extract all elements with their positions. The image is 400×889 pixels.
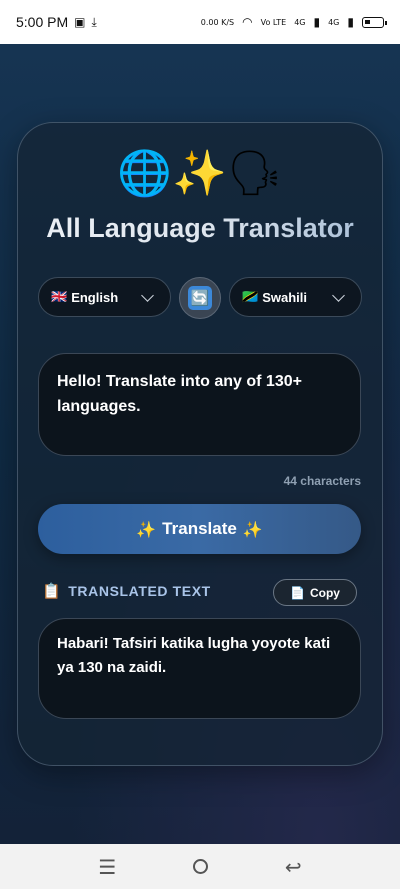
swap-languages-button[interactable]: 🔄 xyxy=(179,277,221,319)
net-type-4g-2: 4G xyxy=(328,17,340,27)
translate-button[interactable]: ✨ Translate ✨ xyxy=(38,504,361,554)
translated-text-output[interactable]: Habari! Tafsiri katika lugha yoyote kati… xyxy=(38,618,361,719)
sparkles-icon: ✨ xyxy=(136,519,157,539)
signal-icon-2: ▮ xyxy=(347,15,354,29)
wifi-icon: ◠ xyxy=(242,15,253,29)
copy-button-label: Copy xyxy=(309,585,340,600)
status-left: 5:00 PM ▣ ⤓ xyxy=(16,14,97,30)
target-language-label: Swahili xyxy=(262,289,307,305)
back-icon[interactable]: ↩ xyxy=(285,855,302,879)
translate-button-label: Translate xyxy=(162,519,237,538)
net-type-volte: Vo LTE xyxy=(260,17,287,27)
download-done-icon: ⤓ xyxy=(91,14,97,29)
home-icon[interactable] xyxy=(193,859,209,874)
header-emoji-icons: 🌐✨🗣 xyxy=(117,148,283,199)
copy-button[interactable]: 📄 Copy xyxy=(273,579,357,606)
source-text-input[interactable]: Hello! Translate into any of 130+ langua… xyxy=(38,353,361,456)
chevron-down-icon xyxy=(332,289,345,302)
target-language-select[interactable]: 🇹🇿 Swahili xyxy=(229,277,362,317)
app-title: All Language Translator xyxy=(0,208,400,248)
tanzania-flag-icon: 🇹🇿 xyxy=(242,289,259,305)
status-bar: 5:00 PM ▣ ⤓ 0.00 K/S ◠ Vo LTE 4G ▮ 4G ▮ xyxy=(0,0,400,44)
net-speed: 0.00 K/S xyxy=(200,17,235,27)
status-time: 5:00 PM xyxy=(16,14,69,30)
clipboard-icon: 📋 xyxy=(42,582,62,600)
source-language-select[interactable]: 🇬🇧 English xyxy=(38,277,171,317)
system-nav-bar: ☰ ↩ xyxy=(0,844,400,889)
sparkles-icon: ✨ xyxy=(242,519,263,539)
menu-icon[interactable]: ☰ xyxy=(98,855,116,879)
chevron-down-icon xyxy=(141,289,154,302)
status-right: 0.00 K/S ◠ Vo LTE 4G ▮ 4G ▮ xyxy=(200,15,387,29)
character-count: 44 characters xyxy=(283,474,361,488)
net-type-4g: 4G xyxy=(294,17,306,27)
notification-icon: ▣ xyxy=(74,15,86,29)
translated-text-label: TRANSLATED TEXT xyxy=(68,583,211,599)
document-icon: 📄 xyxy=(290,585,305,600)
battery-icon xyxy=(362,16,387,28)
translated-text-heading: 📋 TRANSLATED TEXT xyxy=(42,582,211,600)
signal-icon: ▮ xyxy=(313,15,321,29)
swap-icon: 🔄 xyxy=(188,286,212,310)
uk-flag-icon: 🇬🇧 xyxy=(51,289,68,305)
source-language-label: English xyxy=(71,289,119,305)
